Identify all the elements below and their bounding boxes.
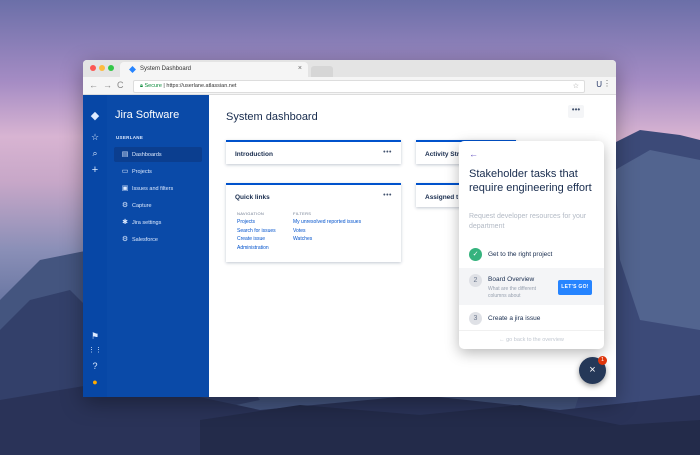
guide-step-1[interactable]: ✓ Get to the right project bbox=[459, 246, 604, 266]
forward-icon[interactable]: → bbox=[103, 80, 112, 90]
global-nav-rail: ◆ ☆ ⌕ + ⚑ ⋮⋮ ? ● bbox=[83, 95, 107, 397]
step-label: Get to the right project bbox=[488, 251, 553, 258]
sidebar-item-jira-settings[interactable]: ✱ Jira settings bbox=[114, 215, 202, 230]
jira-favicon-icon bbox=[129, 66, 136, 73]
check-icon: ✓ bbox=[469, 248, 482, 261]
sidebar-item-projects[interactable]: ▭ Projects bbox=[114, 164, 202, 179]
browser-menu-icon[interactable]: ⋮ bbox=[603, 79, 611, 88]
notifications-icon[interactable]: ⚑ bbox=[83, 331, 107, 342]
sidebar-item-salesforce[interactable]: ⚙ Salesforce bbox=[114, 232, 202, 247]
guide-step-3[interactable]: 3 Create a jira issue bbox=[459, 309, 604, 329]
guide-title: Stakeholder tasks that require engineeri… bbox=[469, 168, 592, 194]
back-arrow-icon[interactable]: ← bbox=[469, 149, 478, 159]
gadget-more-button[interactable]: ••• bbox=[383, 192, 392, 199]
app-switcher-icon[interactable]: ⋮⋮ bbox=[83, 346, 107, 354]
url-input[interactable]: 🔒︎ Secure | https://userlane.atlassian.n… bbox=[133, 80, 585, 93]
step-label: Create a jira issue bbox=[488, 315, 541, 322]
url-text: https://userlane.atlassian.net bbox=[166, 83, 237, 89]
close-window-button[interactable] bbox=[90, 65, 96, 71]
salesforce-icon: ⚙ bbox=[121, 236, 129, 243]
step-number: 2 bbox=[469, 274, 482, 287]
bookmark-star-icon[interactable]: ☆ bbox=[573, 81, 579, 92]
step-label: Board Overview bbox=[488, 276, 535, 283]
maximize-window-button[interactable] bbox=[108, 65, 114, 71]
navigation-links: NAVIGATION Projects Search for issues Cr… bbox=[237, 210, 276, 252]
capture-icon: ⚙ bbox=[121, 202, 129, 209]
sidebar-item-label: Jira settings bbox=[132, 220, 162, 226]
reload-icon[interactable]: C bbox=[117, 80, 124, 90]
gadget-title: Assigned t bbox=[425, 194, 459, 201]
link-votes[interactable]: Votes bbox=[293, 227, 361, 235]
gadget-title: Introduction bbox=[235, 151, 273, 158]
gear-icon: ✱ bbox=[122, 219, 128, 226]
sidebar-item-issues[interactable]: ▣ Issues and filters bbox=[114, 181, 202, 196]
dashboard-icon: ▤ bbox=[121, 151, 129, 158]
sidebar-item-label: Dashboards bbox=[132, 152, 162, 158]
step-description: What are the different columns about bbox=[488, 286, 536, 299]
lets-go-button[interactable]: LET'S GO! bbox=[558, 280, 592, 295]
tab-bar: System Dashboard × bbox=[83, 60, 616, 77]
lock-icon: 🔒︎ bbox=[140, 83, 143, 89]
help-icon[interactable]: ? bbox=[83, 361, 107, 371]
userlane-guide-panel: ← Stakeholder tasks that require enginee… bbox=[459, 141, 604, 349]
create-icon[interactable]: + bbox=[83, 164, 107, 176]
sidebar-item-label: Salesforce bbox=[132, 237, 158, 243]
dashboard-more-button[interactable]: ••• bbox=[568, 105, 584, 118]
sidebar-item-dashboards[interactable]: ▤ Dashboards bbox=[114, 147, 202, 162]
tab-title: System Dashboard bbox=[140, 66, 192, 72]
star-icon[interactable]: ☆ bbox=[83, 132, 107, 143]
back-to-overview-link[interactable]: ← go back to the overview bbox=[459, 330, 604, 349]
step-number: 3 bbox=[469, 312, 482, 325]
gadget-title: Activity Str bbox=[425, 151, 460, 158]
profile-avatar[interactable]: ● bbox=[83, 377, 107, 387]
new-tab-button[interactable] bbox=[311, 66, 333, 77]
sidebar-item-label: Projects bbox=[132, 169, 152, 175]
folder-icon: ▭ bbox=[121, 168, 129, 175]
address-bar-row: ← → C 🔒︎ Secure | https://userlane.atlas… bbox=[83, 77, 616, 95]
gadget-more-button[interactable]: ••• bbox=[383, 149, 392, 156]
page-title: System dashboard bbox=[226, 111, 318, 123]
back-icon[interactable]: ← bbox=[89, 80, 98, 90]
notification-badge: 1 bbox=[598, 356, 607, 365]
sidebar-item-label: Capture bbox=[132, 203, 152, 209]
introduction-gadget: Introduction ••• bbox=[226, 140, 401, 164]
userlane-extension-icon[interactable]: U bbox=[596, 80, 602, 89]
link-unresolved-issues[interactable]: My unresolved reported issues bbox=[293, 218, 361, 226]
search-icon[interactable]: ⌕ bbox=[83, 148, 107, 159]
link-create-issue[interactable]: Create issue bbox=[237, 235, 276, 243]
navigation-header: NAVIGATION bbox=[237, 211, 265, 216]
minimize-window-button[interactable] bbox=[99, 65, 105, 71]
project-sidebar: Jira Software USERLANE ▤ Dashboards ▭ Proj… bbox=[107, 95, 209, 397]
link-projects[interactable]: Projects bbox=[237, 218, 276, 226]
link-watches[interactable]: Watches bbox=[293, 235, 361, 243]
browser-tab[interactable]: System Dashboard × bbox=[120, 62, 308, 77]
guide-step-2[interactable]: 2 Board Overview What are the different … bbox=[459, 268, 604, 305]
quick-links-gadget: Quick links ••• NAVIGATION Projects Sear… bbox=[226, 183, 401, 262]
sidebar-item-capture[interactable]: ⚙ Capture bbox=[114, 198, 202, 213]
jira-logo-icon[interactable]: ◆ bbox=[83, 109, 107, 122]
product-name: Jira Software bbox=[115, 109, 180, 121]
secure-label: Secure bbox=[144, 83, 162, 89]
sidebar-item-label: Issues and filters bbox=[132, 186, 174, 192]
filter-icon: ▣ bbox=[121, 185, 129, 192]
guide-subtitle: Request developer resources for your dep… bbox=[469, 213, 587, 230]
link-search-issues[interactable]: Search for issues bbox=[237, 227, 276, 235]
filters-header: FILTERS bbox=[293, 211, 312, 216]
filter-links: FILTERS My unresolved reported issues Vo… bbox=[293, 210, 361, 244]
tab-close-icon[interactable]: × bbox=[298, 65, 302, 72]
link-administration[interactable]: Administration bbox=[237, 244, 276, 252]
project-name: USERLANE bbox=[116, 135, 144, 140]
gadget-title: Quick links bbox=[235, 194, 270, 201]
